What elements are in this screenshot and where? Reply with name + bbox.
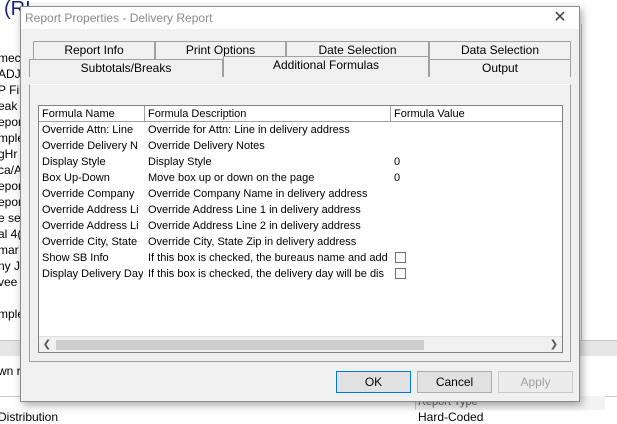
formula-description-cell: Override Delivery Notes	[148, 140, 265, 152]
column-header-formula-name[interactable]: Formula Name	[39, 106, 145, 122]
table-row[interactable]: Override City, State Override City, State…	[39, 234, 562, 250]
background-lower-text: wn r	[0, 364, 21, 378]
bottom-grid-cell-right: Hard-Coded	[418, 410, 484, 424]
formula-value-checkbox[interactable]	[395, 252, 406, 263]
formula-name-cell: Box Up-Down	[42, 172, 110, 184]
formula-value-cell[interactable]: 0	[391, 154, 562, 170]
table-row[interactable]: Override Address Li Override Address Line…	[39, 218, 562, 234]
formula-description-cell: Override Address Line 2 in delivery addr…	[148, 220, 361, 232]
report-properties-dialog: Report Properties - Delivery Report ✕ Re…	[20, 6, 580, 402]
tab-subtotals-breaks[interactable]: Subtotals/Breaks	[29, 59, 223, 77]
formula-description-cell: Override City, State Zip in delivery add…	[148, 236, 357, 248]
grid-rows: Override Attn: Line Override for Attn: Li…	[39, 122, 562, 282]
dialog-title: Report Properties - Delivery Report	[25, 11, 213, 25]
table-row[interactable]: Display Delivery Day If this box is check…	[39, 266, 562, 282]
table-row[interactable]: Box Up-Down Move box up or down on the pa…	[39, 170, 562, 186]
bottom-grid-cell-left: Distribution	[0, 410, 59, 424]
formula-name-cell: Display Delivery Day	[42, 268, 143, 280]
formula-value-cell[interactable]: 0	[391, 170, 562, 186]
dialog-titlebar[interactable]: Report Properties - Delivery Report ✕	[21, 7, 579, 29]
column-header-formula-description[interactable]: Formula Description	[145, 106, 391, 122]
formula-value-cell[interactable]	[391, 186, 562, 202]
formula-description-cell: Override Address Line 1 in delivery addr…	[148, 204, 361, 216]
formula-value-cell[interactable]	[391, 202, 562, 218]
formula-description-cell: If this box is checked, the delivery day…	[148, 268, 385, 280]
formula-name-cell: Show SB Info	[42, 252, 109, 264]
formula-description-cell: Override Company Name in delivery addres…	[148, 188, 368, 200]
tab-data-selection[interactable]: Data Selection	[429, 41, 571, 59]
ok-button[interactable]: OK	[336, 371, 411, 393]
formula-name-cell: Display Style	[42, 156, 106, 168]
cancel-button[interactable]: Cancel	[417, 371, 492, 393]
scroll-left-icon[interactable]: ❮	[39, 337, 55, 353]
background-right-column	[581, 24, 617, 354]
table-row[interactable]: Display Style Display Style 0	[39, 154, 562, 170]
tab-report-info[interactable]: Report Info	[33, 41, 155, 59]
formula-name-cell: Override Address Li	[42, 204, 139, 216]
table-row[interactable]: Show SB Info If this box is checked, the …	[39, 250, 562, 266]
formula-name-cell: Override Address Li	[42, 220, 139, 232]
tab-output[interactable]: Output	[429, 59, 571, 77]
table-row[interactable]: Override Delivery N Override Delivery Not…	[39, 138, 562, 154]
formula-value-cell[interactable]	[391, 234, 562, 250]
grid-header: Formula Name Formula Description Formula…	[39, 106, 562, 122]
table-row[interactable]: Override Address Li Override Address Line…	[39, 202, 562, 218]
scrollbar-thumb[interactable]	[56, 340, 424, 350]
formula-value-cell[interactable]	[391, 138, 562, 154]
formula-name-cell: Override Company	[42, 188, 135, 200]
column-header-formula-value[interactable]: Formula Value	[391, 106, 562, 122]
horizontal-scrollbar[interactable]: ❮ ❯	[39, 336, 562, 352]
formula-description-cell: Move box up or down on the page	[148, 172, 315, 184]
table-row[interactable]: Override Company Override Company Name in…	[39, 186, 562, 202]
close-icon[interactable]: ✕	[547, 7, 573, 29]
formula-name-cell: Override Attn: Line	[42, 124, 134, 136]
table-row[interactable]: Override Attn: Line Override for Attn: Li…	[39, 122, 562, 138]
formula-name-cell: Override Delivery N	[42, 140, 138, 152]
formula-grid[interactable]: Formula Name Formula Description Formula…	[38, 105, 563, 353]
formula-value-checkbox[interactable]	[395, 268, 406, 279]
formula-value-cell[interactable]	[391, 122, 562, 138]
formula-description-cell: Override for Attn: Line in delivery addr…	[148, 124, 350, 136]
formula-description-cell: Display Style	[148, 156, 212, 168]
tab-additional-formulas[interactable]: Additional Formulas	[223, 56, 429, 77]
formula-value-cell[interactable]	[391, 218, 562, 234]
scroll-right-icon[interactable]: ❯	[546, 337, 562, 353]
formula-name-cell: Override City, State	[42, 236, 138, 248]
apply-button[interactable]: Apply	[498, 371, 573, 393]
formula-description-cell: If this box is checked, the bureaus name…	[148, 252, 388, 264]
